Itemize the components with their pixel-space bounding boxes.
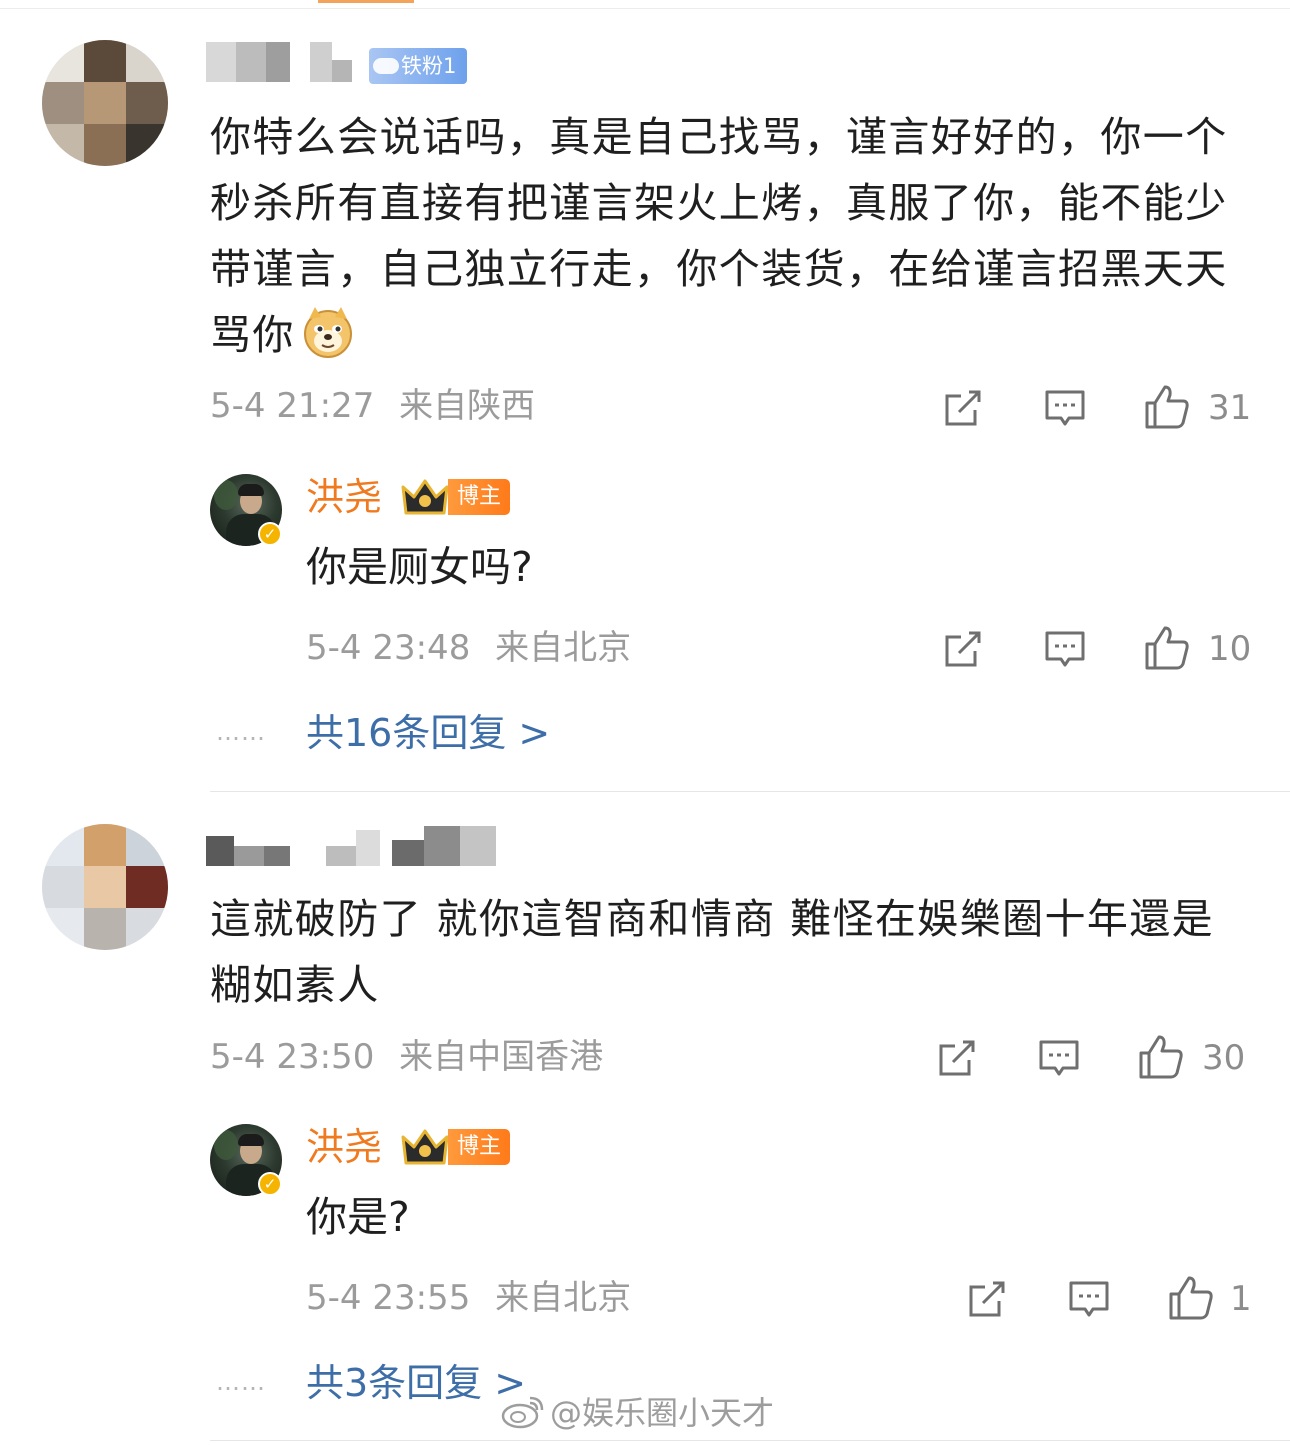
comment-time: 5-4 23:50 (210, 1037, 375, 1077)
comment-divider (210, 791, 1290, 792)
reply-meta: 5-4 23:48 来自北京 (306, 628, 631, 668)
ellipsis-dots: …… (216, 1368, 266, 1396)
watermark: @娱乐圈小天才 (500, 1393, 774, 1433)
comment-meta: 5-4 23:50 来自中国香港 (210, 1037, 603, 1077)
verified-badge-icon: ✓ (258, 522, 282, 546)
avatar-blurred[interactable] (42, 40, 168, 166)
more-replies-link[interactable]: 共3条回复 > (306, 1360, 526, 1406)
reply-meta: 5-4 23:55 来自北京 (306, 1278, 631, 1318)
avatar-blurred[interactable] (42, 824, 168, 950)
host-badge: 博主 (448, 1129, 510, 1165)
like-icon[interactable] (1143, 624, 1191, 672)
host-badge: 博主 (448, 479, 510, 515)
comment-divider (210, 1440, 1290, 1441)
share-icon[interactable] (965, 1277, 1009, 1321)
like-icon[interactable] (1167, 1274, 1215, 1322)
verified-badge-icon: ✓ (258, 1172, 282, 1196)
comment-icon[interactable] (1043, 386, 1087, 430)
like-icon[interactable] (1143, 383, 1191, 431)
comment-icon[interactable] (1067, 1277, 1111, 1321)
reply-time: 5-4 23:55 (306, 1278, 471, 1318)
comment-time: 5-4 21:27 (210, 386, 375, 426)
top-divider (0, 8, 1290, 9)
like-count: 31 (1208, 388, 1252, 428)
reply-author-name[interactable]: 洪尧 (306, 474, 382, 520)
comment-location: 来自陕西 (399, 386, 536, 426)
crown-icon (401, 479, 449, 515)
like-icon[interactable] (1137, 1033, 1185, 1081)
share-icon[interactable] (941, 627, 985, 671)
crown-icon (401, 1129, 449, 1165)
ellipsis-dots: …… (216, 718, 266, 746)
reply-text: 你是? (306, 1193, 410, 1241)
reply-text: 你是厕女吗? (306, 543, 533, 591)
comment-text: 你特么会说话吗，真是自己找骂，谨言好好的，你一个秒杀所有直接有把谨言架火上烤，真… (210, 113, 1228, 359)
comment-body: 你特么会说话吗，真是自己找骂，谨言好好的，你一个秒杀所有直接有把谨言架火上烤，真… (210, 104, 1250, 368)
comment-body: 這就破防了 就你這智商和情商 難怪在娛樂圈十年還是糊如素人 (210, 886, 1250, 1018)
doge-emoji-icon (303, 307, 352, 358)
top-edge-accent (318, 0, 414, 3)
comment-icon[interactable] (1037, 1036, 1081, 1080)
like-count: 1 (1230, 1279, 1252, 1319)
share-icon[interactable] (941, 386, 985, 430)
watermark-text: @娱乐圈小天才 (550, 1394, 775, 1432)
fan-level-badge: 铁粉1 (369, 48, 467, 84)
cloud-icon (373, 58, 399, 74)
comment-location: 来自中国香港 (399, 1037, 604, 1077)
like-count: 10 (1208, 629, 1252, 669)
comment-icon[interactable] (1043, 627, 1087, 671)
comment-text: 這就破防了 就你這智商和情商 難怪在娛樂圈十年還是糊如素人 (210, 895, 1215, 1009)
like-count: 30 (1202, 1038, 1246, 1078)
reply-location: 来自北京 (495, 1278, 632, 1318)
reply-author-name[interactable]: 洪尧 (306, 1124, 382, 1170)
share-icon[interactable] (935, 1036, 979, 1080)
weibo-logo-icon (501, 1396, 544, 1429)
reply-location: 来自北京 (495, 628, 632, 668)
comment-meta: 5-4 21:27 来自陕西 (210, 386, 535, 426)
more-replies-link[interactable]: 共16条回复 > (306, 710, 550, 756)
reply-time: 5-4 23:48 (306, 628, 471, 668)
fan-badge-label: 铁粉1 (401, 54, 457, 78)
